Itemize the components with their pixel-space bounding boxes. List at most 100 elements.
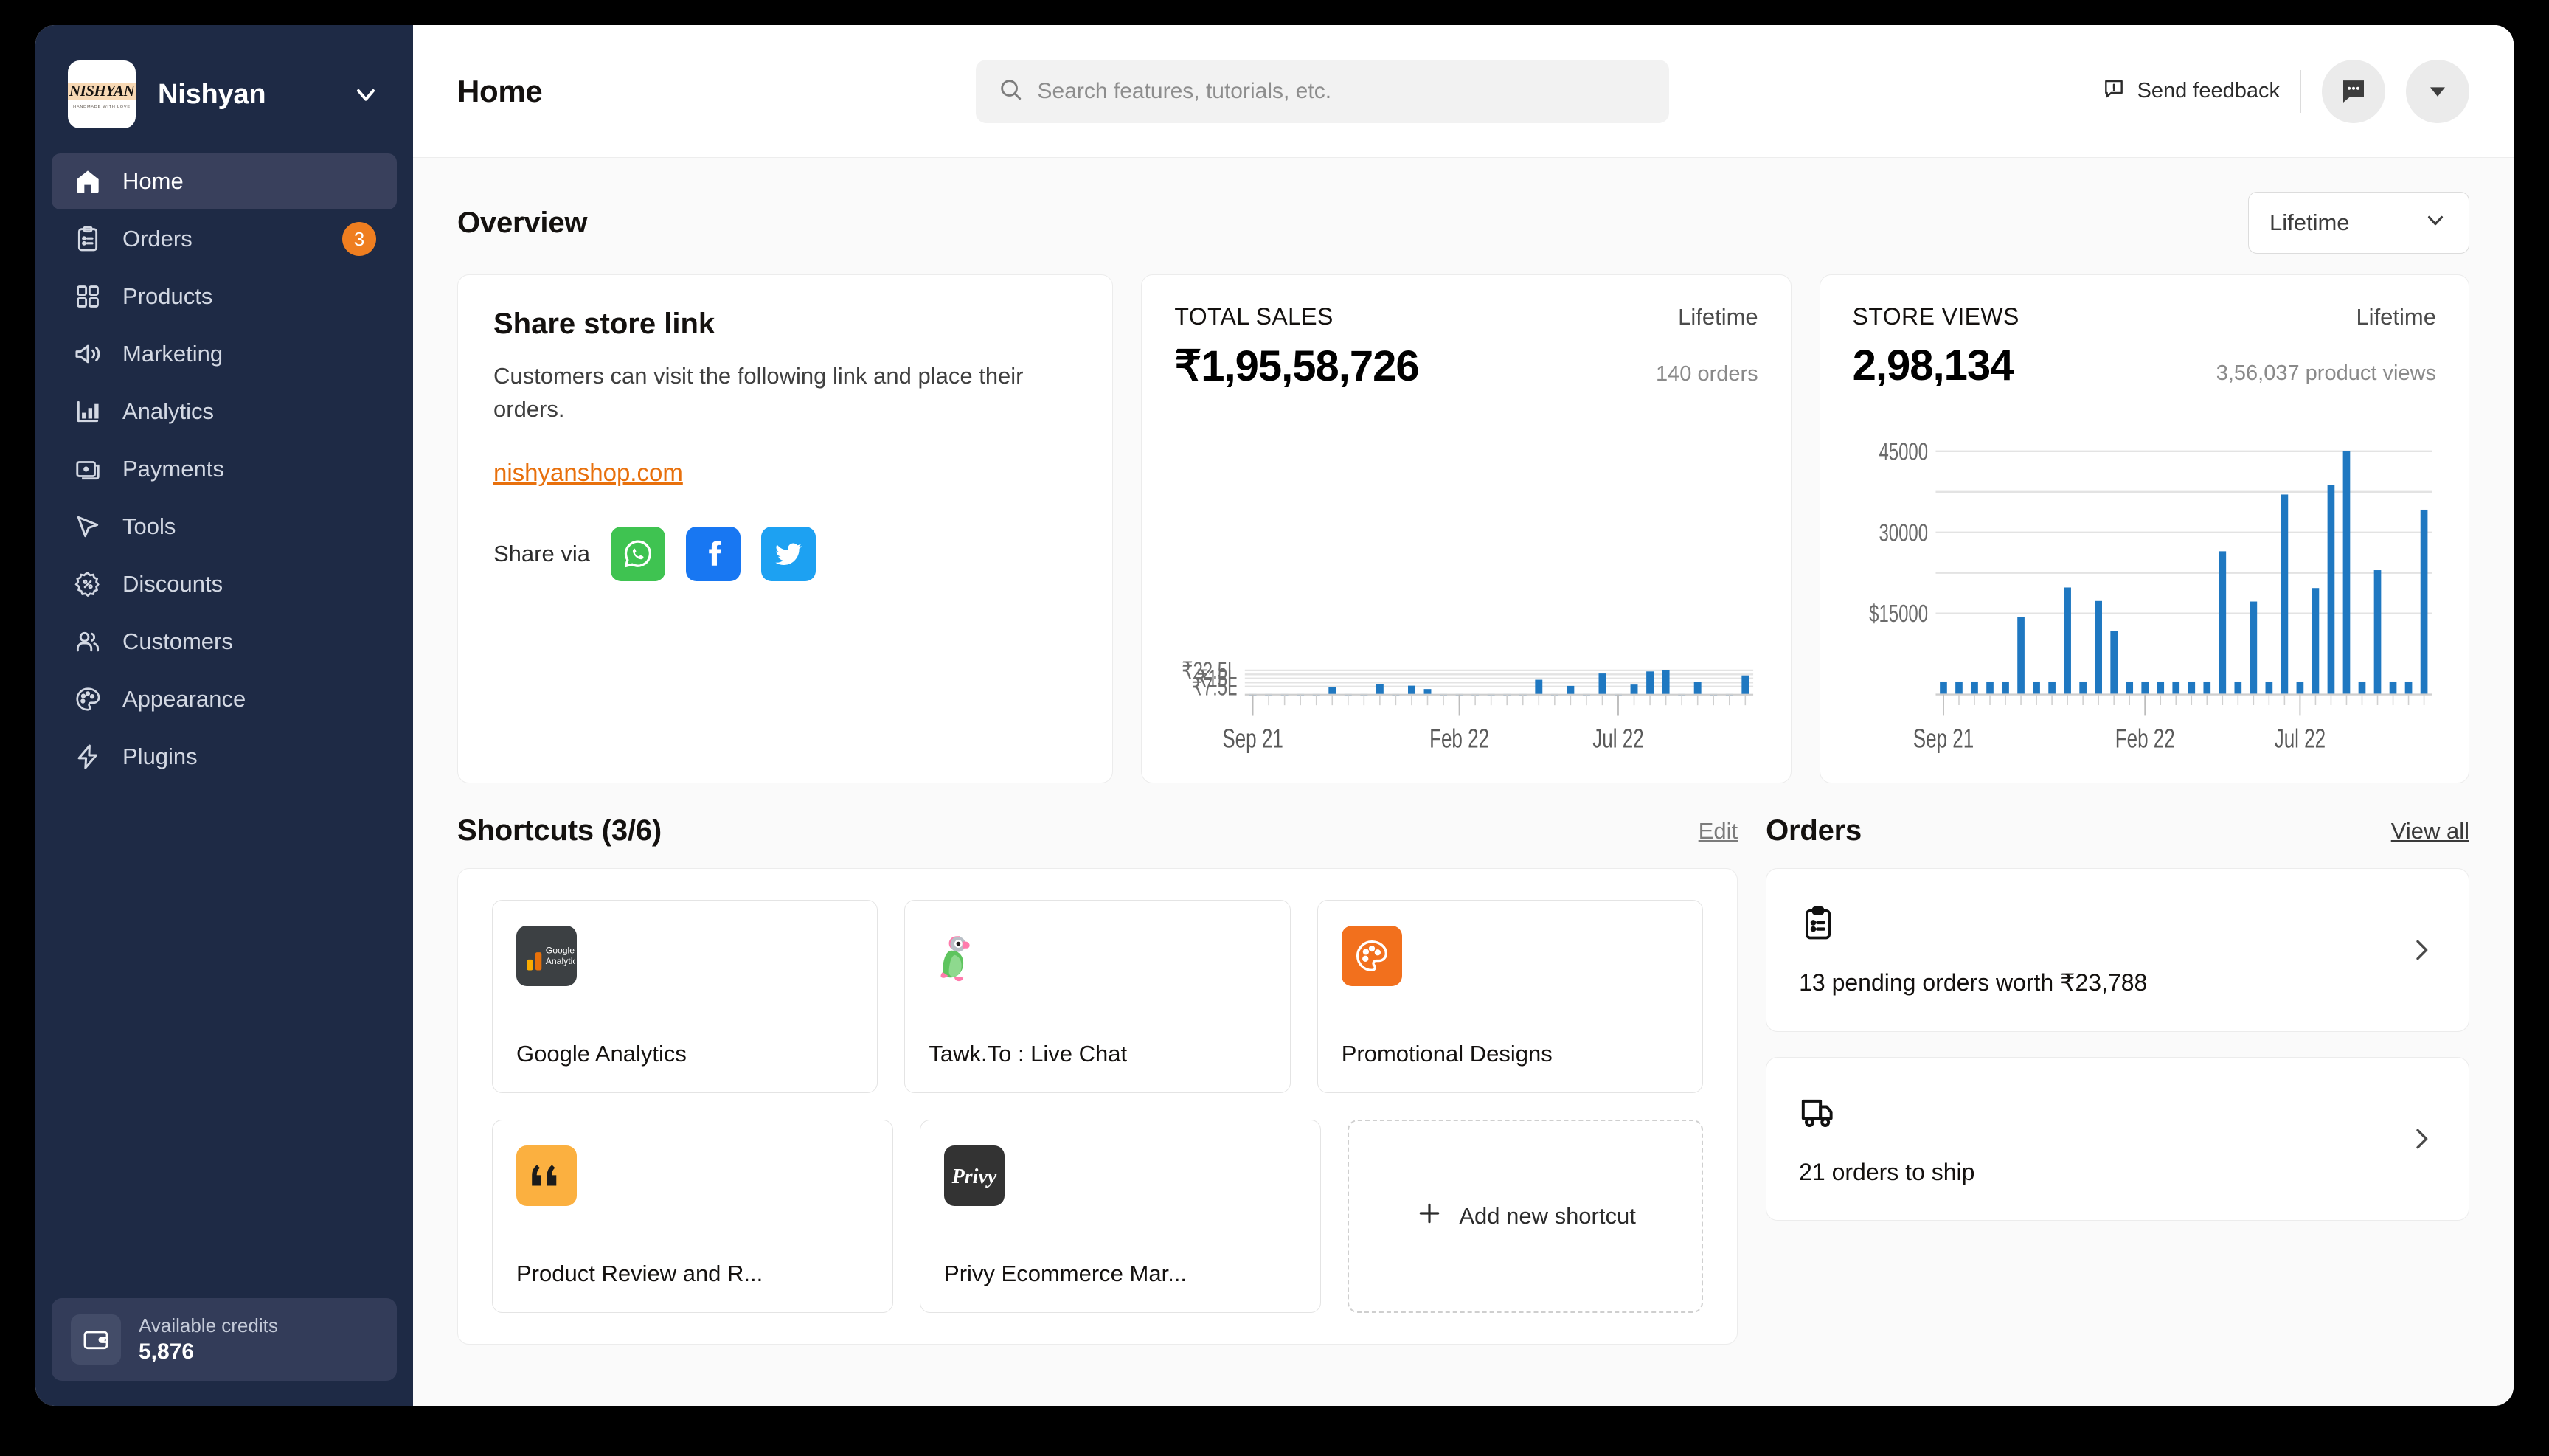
privy-icon: Privy xyxy=(944,1145,1005,1206)
orders-header: Orders View all xyxy=(1766,814,2469,847)
sidebar-item-customers[interactable]: Customers xyxy=(52,614,397,670)
tawkto-parrot-icon xyxy=(929,926,989,986)
grid-icon xyxy=(72,281,103,312)
shortcuts-title: Shortcuts (3/6) xyxy=(457,814,662,847)
orders-column: Orders View all 13 pending orders worth … xyxy=(1766,814,2469,1345)
shortcut-label: Google Analytics xyxy=(516,1041,687,1067)
store-logo: NISHYAN HANDMADE WITH LOVE xyxy=(68,60,136,128)
sidebar-item-home[interactable]: Home xyxy=(52,153,397,209)
svg-text:₹22.5L: ₹22.5L xyxy=(1182,658,1238,685)
sidebar-item-appearance[interactable]: Appearance xyxy=(52,671,397,727)
store-views-product-views: 3,56,037 product views xyxy=(2216,361,2436,385)
truck-icon xyxy=(1799,1092,2385,1137)
shortcuts-header: Shortcuts (3/6) Edit xyxy=(457,814,1738,847)
shortcut-tile-product-review[interactable]: Product Review and R... xyxy=(492,1120,894,1313)
store-switcher[interactable]: NISHYAN HANDMADE WITH LOVE Nishyan xyxy=(35,25,413,153)
sidebar-item-tools[interactable]: Tools xyxy=(52,499,397,555)
available-credits-card[interactable]: Available credits 5,876 xyxy=(52,1298,397,1381)
overview-cards: Share store link Customers can visit the… xyxy=(457,274,2469,783)
period-select[interactable]: Lifetime xyxy=(2248,192,2469,254)
google-analytics-icon: Google Analytics xyxy=(516,926,577,986)
whatsapp-share-button[interactable] xyxy=(610,526,665,581)
sidebar-item-label: Appearance xyxy=(122,686,246,712)
pending-orders-card[interactable]: 13 pending orders worth ₹23,788 xyxy=(1766,868,2469,1032)
send-feedback-button[interactable]: Send feedback xyxy=(2102,77,2280,106)
add-new-shortcut-label: Add new shortcut xyxy=(1459,1203,1636,1229)
chat-support-button[interactable] xyxy=(2322,59,2385,123)
sidebar-item-label: Orders xyxy=(122,226,193,252)
topbar-actions: Send feedback xyxy=(2102,59,2469,123)
sidebar-item-orders[interactable]: Orders 3 xyxy=(52,211,397,267)
overview-title: Overview xyxy=(457,206,588,239)
shortcut-tile-google-analytics[interactable]: Google Analytics Google Analytics xyxy=(492,900,878,1093)
search-icon xyxy=(998,77,1023,105)
svg-text:Feb 22: Feb 22 xyxy=(2115,724,2174,754)
main-area: Home Send feedback xyxy=(413,25,2514,1406)
store-link[interactable]: nishyanshop.com xyxy=(493,459,683,487)
total-sales-period: Lifetime xyxy=(1678,304,1758,330)
plus-icon xyxy=(1415,1199,1444,1234)
store-views-card: STORE VIEWS Lifetime 2,98,134 3,56,037 p… xyxy=(1819,274,2469,783)
svg-text:Google: Google xyxy=(546,945,575,955)
shortcut-tile-privy[interactable]: Privy Privy Ecommerce Mar... xyxy=(920,1120,1322,1313)
shortcut-label: Tawk.To : Live Chat xyxy=(929,1041,1128,1067)
orders-to-ship-text: 21 orders to ship xyxy=(1799,1159,1975,1185)
facebook-share-button[interactable] xyxy=(685,526,741,581)
home-icon xyxy=(72,166,103,197)
twitter-share-button[interactable] xyxy=(760,526,816,581)
dashboard-content: Overview Lifetime Share store link Custo… xyxy=(413,158,2514,1406)
svg-text:Jul 22: Jul 22 xyxy=(1593,724,1644,754)
sidebar-item-label: Tools xyxy=(122,513,176,539)
pending-orders-text: 13 pending orders worth ₹23,788 xyxy=(1799,968,2148,996)
share-via-row: Share via xyxy=(493,526,1077,581)
credits-label: Available credits xyxy=(139,1314,278,1337)
shortcut-tile-promotional-designs[interactable]: Promotional Designs xyxy=(1317,900,1704,1093)
wallet-icon xyxy=(71,1314,121,1365)
total-sales-value: ₹1,95,58,726 xyxy=(1174,342,1419,390)
shortcuts-row-2: Product Review and R... Privy Privy Ecom… xyxy=(492,1120,1704,1313)
payments-icon xyxy=(72,454,103,485)
topbar: Home Send feedback xyxy=(413,25,2514,158)
svg-text:Privy: Privy xyxy=(951,1165,997,1188)
sidebar: NISHYAN HANDMADE WITH LOVE Nishyan Home … xyxy=(35,25,413,1406)
chevron-down-icon[interactable] xyxy=(351,80,381,109)
chevron-right-icon xyxy=(2407,935,2436,965)
search-input[interactable] xyxy=(1037,78,1647,104)
quote-icon xyxy=(516,1145,577,1206)
chevron-down-icon xyxy=(2423,207,2448,238)
orders-to-ship-card[interactable]: 21 orders to ship xyxy=(1766,1057,2469,1221)
share-via-label: Share via xyxy=(493,540,590,566)
store-views-period: Lifetime xyxy=(2356,304,2436,330)
sidebar-item-label: Home xyxy=(122,168,184,194)
period-select-value: Lifetime xyxy=(2269,209,2350,235)
feedback-message-icon xyxy=(2102,77,2126,106)
sidebar-item-marketing[interactable]: Marketing xyxy=(52,326,397,382)
account-menu-button[interactable] xyxy=(2406,59,2469,123)
share-card-title: Share store link xyxy=(493,308,715,340)
sidebar-item-analytics[interactable]: Analytics xyxy=(52,384,397,440)
add-new-shortcut-button[interactable]: Add new shortcut xyxy=(1348,1120,1704,1313)
palette-icon xyxy=(72,684,103,715)
sidebar-item-label: Analytics xyxy=(122,398,215,424)
sidebar-item-products[interactable]: Products xyxy=(52,268,397,325)
svg-text:Jul 22: Jul 22 xyxy=(2274,724,2325,754)
sidebar-item-discounts[interactable]: Discounts xyxy=(52,556,397,612)
shortcuts-panel: Google Analytics Google Analytics xyxy=(457,868,1738,1345)
view-all-orders-link[interactable]: View all xyxy=(2391,818,2469,845)
store-name: Nishyan xyxy=(158,78,266,110)
svg-text:Feb 22: Feb 22 xyxy=(1429,724,1489,754)
sidebar-item-label: Products xyxy=(122,283,213,309)
shortcut-tile-tawkto[interactable]: Tawk.To : Live Chat xyxy=(904,900,1291,1093)
sidebar-nav: Home Orders 3 Products Marketing Analyti… xyxy=(35,153,413,785)
topbar-divider xyxy=(2300,69,2301,113)
svg-text:Sep 21: Sep 21 xyxy=(1223,724,1283,754)
bar-chart-icon xyxy=(72,396,103,427)
sidebar-item-plugins[interactable]: Plugins xyxy=(52,729,397,785)
svg-text:30000: 30000 xyxy=(1879,520,1928,547)
store-views-value: 2,98,134 xyxy=(1852,342,2014,389)
discount-badge-icon xyxy=(72,569,103,600)
sidebar-item-payments[interactable]: Payments xyxy=(52,441,397,497)
total-sales-chart: ₹7.5L ₹15L ₹22.5L Sep 21 Feb 22 Jul 22 xyxy=(1174,410,1758,760)
search-box[interactable] xyxy=(975,59,1669,123)
edit-shortcuts-link[interactable]: Edit xyxy=(1699,818,1738,845)
